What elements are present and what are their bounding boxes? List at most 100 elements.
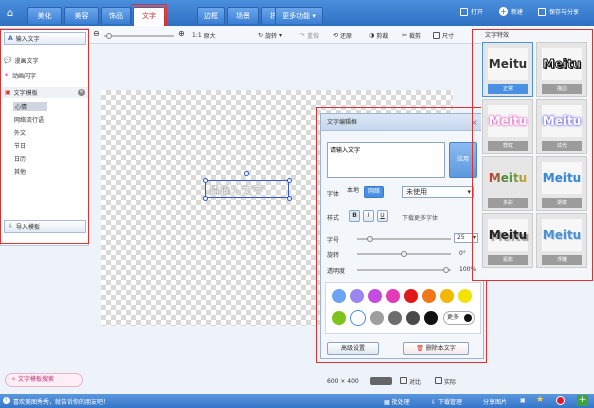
effect-shadow[interactable]: Meitu 投影 bbox=[482, 213, 533, 268]
resize-handle-br[interactable] bbox=[287, 196, 292, 201]
advanced-settings-button[interactable]: 高级设置 bbox=[327, 342, 379, 355]
tab-beauty[interactable]: 美容 bbox=[64, 7, 99, 24]
grid-icon[interactable]: ▣ bbox=[520, 397, 526, 404]
category-other[interactable]: 其他 bbox=[14, 167, 26, 176]
rotate-slider[interactable] bbox=[357, 251, 451, 257]
template-search-button[interactable]: ✧ 文字模板搜索 bbox=[5, 373, 83, 387]
collapse-icon[interactable]: × bbox=[78, 89, 85, 96]
import-template-label: 导入模板 bbox=[16, 224, 41, 231]
import-template-button[interactable]: ⇩ 导入模板 bbox=[4, 220, 86, 233]
category-calendar[interactable]: 日历 bbox=[14, 154, 26, 163]
category-mood[interactable]: 心情 bbox=[13, 102, 47, 111]
home-icon[interactable]: ⌂ bbox=[4, 8, 16, 20]
effect-emboss[interactable]: Meitu 浮雕 bbox=[536, 213, 587, 268]
real-size-button[interactable]: 实际 bbox=[435, 377, 456, 386]
tab-text[interactable]: 文字 bbox=[133, 7, 165, 26]
effect-label: 多彩 bbox=[488, 198, 528, 208]
color-swatch-black[interactable] bbox=[424, 311, 438, 325]
category-festival[interactable]: 节日 bbox=[14, 141, 26, 150]
opacity-slider-knob[interactable] bbox=[443, 267, 449, 273]
original-size-button[interactable]: 1:1 原大 bbox=[192, 31, 216, 40]
category-internet-slang[interactable]: 网络流行语 bbox=[14, 115, 44, 124]
more-colors-label: 更多 bbox=[447, 314, 460, 321]
more-colors-button[interactable]: 更多 bbox=[443, 311, 475, 325]
compare-button[interactable]: 对比 bbox=[400, 377, 421, 386]
tab-accessories[interactable]: 饰品 bbox=[101, 7, 131, 24]
tab-frame[interactable]: 边框 bbox=[197, 7, 225, 24]
crop-button[interactable]: ✂ 裁剪 bbox=[402, 31, 421, 40]
share-image-button[interactable]: 分享图片 bbox=[483, 397, 507, 406]
reset-button[interactable]: ⟲ 还原 bbox=[333, 31, 352, 40]
color-swatch-amber[interactable] bbox=[440, 289, 454, 303]
add-icon[interactable]: + bbox=[577, 395, 588, 406]
resize-handle-tr[interactable] bbox=[287, 178, 292, 183]
effect-normal[interactable]: Meitu 正常 bbox=[482, 42, 533, 97]
rotate-slider-knob[interactable] bbox=[401, 251, 407, 257]
color-swatch-blue[interactable] bbox=[332, 289, 346, 303]
status-message[interactable]: 喜欢美图秀秀，就告诉你的朋友吧！ bbox=[13, 397, 109, 406]
close-icon[interactable]: × bbox=[471, 118, 478, 127]
text-input-area[interactable]: 请输入文字 bbox=[327, 142, 445, 178]
zoom-slider-knob[interactable] bbox=[106, 33, 112, 39]
tab-more-features[interactable]: 更多功能 ▾ bbox=[275, 7, 323, 24]
tab-beautify[interactable]: 美化 bbox=[27, 7, 62, 24]
color-swatch-purple[interactable] bbox=[368, 289, 382, 303]
effect-gradient[interactable]: Meitu 渐变 bbox=[536, 156, 587, 211]
underline-button[interactable]: U bbox=[377, 210, 388, 222]
color-swatch-lavender[interactable] bbox=[350, 289, 364, 303]
color-swatch-green[interactable] bbox=[332, 311, 346, 325]
color-swatch-yellow[interactable] bbox=[458, 289, 472, 303]
save-share-button[interactable]: 保存与分享 bbox=[538, 7, 579, 16]
color-swatch-white[interactable] bbox=[350, 310, 366, 326]
font-online-tab[interactable]: 网络 bbox=[364, 186, 384, 198]
opacity-label: 透明度 bbox=[327, 268, 346, 275]
effect-glow[interactable]: Meitu 炫光 bbox=[536, 99, 587, 154]
color-swatch-darkgray[interactable] bbox=[388, 311, 402, 325]
size-button[interactable]: 尺寸 bbox=[433, 31, 454, 40]
star-icon[interactable]: ★ bbox=[536, 395, 544, 405]
italic-button[interactable]: I bbox=[363, 210, 374, 222]
comic-text-item[interactable]: 💬 漫画文字 bbox=[4, 56, 39, 65]
size-value-input[interactable]: 25 ▾ bbox=[454, 233, 478, 243]
resize-handle-tl[interactable] bbox=[203, 178, 208, 183]
tab-scene[interactable]: 场景 bbox=[227, 7, 259, 24]
size-slider[interactable] bbox=[357, 236, 451, 242]
new-button[interactable]: + 新建 bbox=[499, 7, 523, 16]
zoom-out-icon[interactable]: ⊖ bbox=[93, 29, 100, 38]
category-foreign[interactable]: 外文 bbox=[14, 128, 26, 137]
size-label: 字号 bbox=[327, 237, 340, 244]
text-template-header[interactable]: ▣ 文字模板 × bbox=[2, 87, 88, 98]
font-select[interactable]: 未使用 ▾ bbox=[402, 186, 474, 198]
apply-button[interactable]: 应用 bbox=[449, 142, 477, 178]
effect-label: 描边 bbox=[542, 84, 582, 94]
open-button[interactable]: 打开 bbox=[460, 7, 483, 16]
cut-button[interactable]: ◑ 剪裁 bbox=[369, 31, 388, 40]
color-swatch-orange[interactable] bbox=[422, 289, 436, 303]
size-slider-knob[interactable] bbox=[367, 236, 373, 242]
effect-stroke[interactable]: Meitu 描边 bbox=[536, 42, 587, 97]
zoom-slider[interactable] bbox=[104, 33, 174, 39]
effect-neon[interactable]: Meitu 霓虹 bbox=[482, 99, 533, 154]
color-swatch-gray[interactable] bbox=[370, 311, 384, 325]
animated-text-item[interactable]: ✦ 动画闪字 bbox=[4, 71, 36, 80]
effect-colorful[interactable]: Meitu 多彩 bbox=[482, 156, 533, 211]
color-swatch-magenta[interactable] bbox=[386, 289, 400, 303]
zoom-in-icon[interactable]: ⊕ bbox=[178, 29, 185, 38]
opacity-slider[interactable] bbox=[357, 267, 451, 273]
bold-button[interactable]: B bbox=[349, 210, 360, 222]
delete-text-button[interactable]: 🗑 删除本文字 bbox=[403, 342, 469, 355]
weibo-icon[interactable] bbox=[556, 396, 565, 405]
redo-button[interactable]: ↷ 重做 bbox=[300, 31, 319, 40]
more-features-label: 更多功能 bbox=[282, 12, 311, 20]
rotate-button[interactable]: ↻ 旋转 ▾ bbox=[258, 31, 282, 40]
input-text-button[interactable]: A 输入文字 bbox=[4, 32, 86, 45]
font-local-tab[interactable]: 本地 bbox=[343, 186, 363, 198]
download-font-link[interactable]: 下载更多字体 bbox=[402, 213, 438, 222]
batch-button[interactable]: ▦ 批处理 bbox=[384, 397, 410, 406]
redo-icon: ↷ bbox=[300, 32, 306, 39]
rotate-handle[interactable] bbox=[244, 171, 249, 176]
download-manager-button[interactable]: ⇩ 下载管理 bbox=[431, 397, 462, 406]
color-swatch-charcoal[interactable] bbox=[406, 311, 420, 325]
color-swatch-red[interactable] bbox=[404, 289, 418, 303]
resize-handle-bl[interactable] bbox=[203, 196, 208, 201]
